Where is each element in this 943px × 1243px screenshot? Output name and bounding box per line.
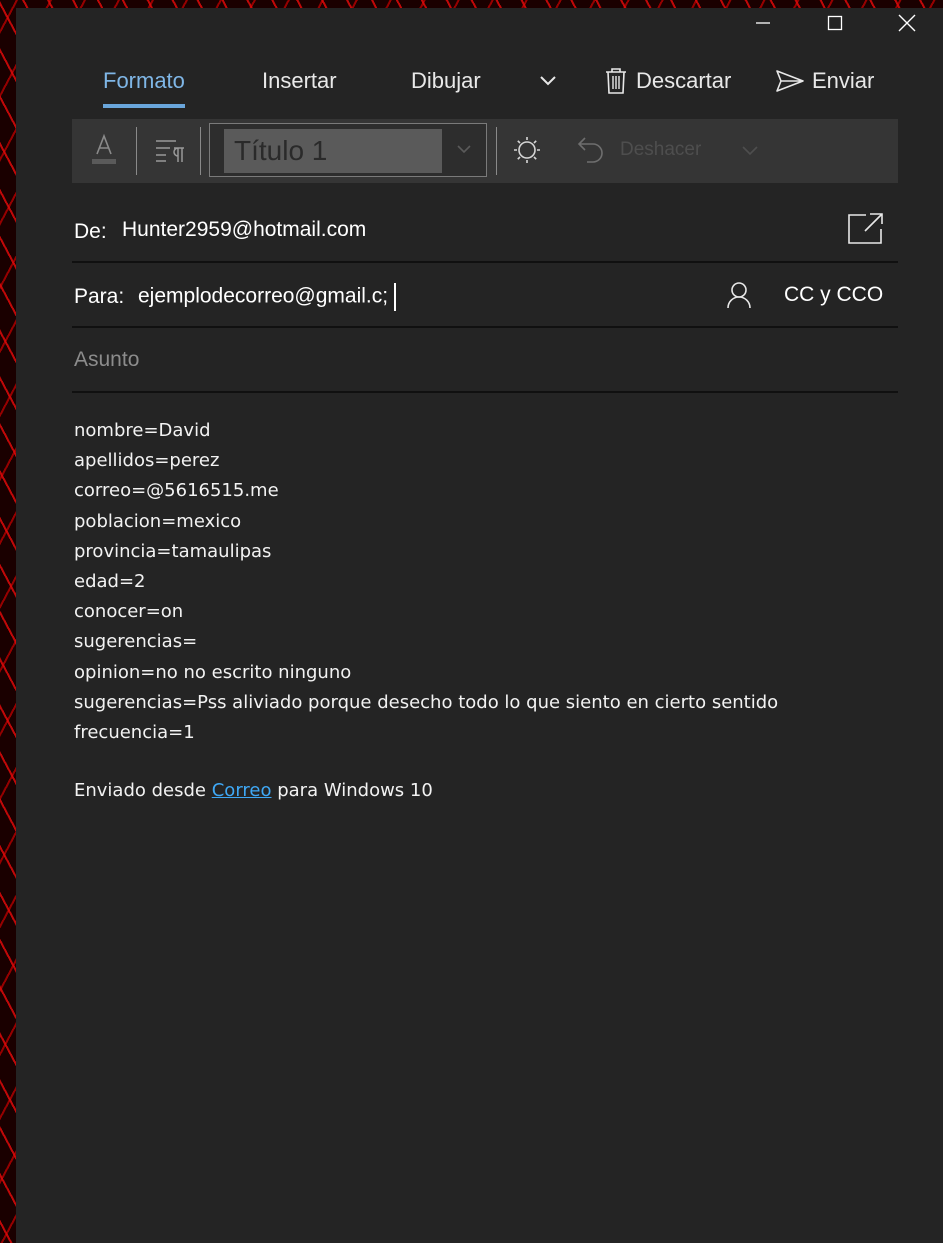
- clear-format-button[interactable]: [508, 133, 546, 171]
- chevron-down-icon: [456, 140, 472, 159]
- subject-row: Asunto: [72, 328, 898, 393]
- send-button[interactable]: Enviar: [776, 64, 874, 108]
- send-icon: [776, 64, 804, 98]
- to-row: Para: ejemplodecorreo@gmail.c; CC y CCO: [72, 263, 898, 328]
- chevron-down-icon: [741, 142, 759, 161]
- close-button[interactable]: [871, 8, 943, 38]
- undo-icon: [575, 134, 607, 170]
- minimize-icon: [755, 15, 771, 31]
- toolbar-separator: [200, 127, 201, 175]
- body-line: edad=2: [74, 570, 146, 592]
- correo-link[interactable]: Correo: [212, 780, 272, 801]
- from-row: De: Hunter2959@hotmail.com: [72, 198, 898, 263]
- tab-insertar[interactable]: Insertar: [262, 64, 337, 108]
- font-color-icon: [89, 132, 119, 170]
- undo-label: Deshacer: [620, 139, 702, 160]
- body-line: apellidos=perez: [74, 450, 220, 472]
- body-line: conocer=on: [74, 601, 184, 623]
- maximize-icon: [827, 15, 843, 31]
- body-line: sugerencias=Pss aliviado porque desecho …: [74, 691, 779, 713]
- popout-button[interactable]: [846, 210, 886, 252]
- paragraph-format-button[interactable]: [150, 135, 190, 169]
- text-caret: [394, 283, 397, 311]
- signature-suffix: para Windows 10: [271, 780, 433, 801]
- tab-label: Formato: [103, 68, 185, 93]
- body-line: opinion=no no escrito ninguno: [74, 661, 352, 683]
- body-line: provincia=tamaulipas: [74, 540, 272, 562]
- discard-label: Descartar: [636, 68, 732, 93]
- close-icon: [898, 14, 916, 32]
- ribbon-tabs: Formato Insertar Dibujar Descartar Envia…: [103, 64, 943, 114]
- style-value: Título 1: [224, 129, 442, 173]
- from-label: De:: [74, 220, 107, 243]
- chevron-down-icon: [539, 64, 557, 98]
- tab-label: Dibujar: [411, 68, 481, 93]
- toolbar-separator: [496, 127, 497, 175]
- body-line: nombre=David: [74, 420, 211, 441]
- popout-icon: [846, 213, 886, 251]
- undo-button[interactable]: [572, 133, 610, 171]
- tab-formato[interactable]: Formato: [103, 64, 185, 108]
- tab-dibujar[interactable]: Dibujar: [411, 64, 481, 108]
- person-icon: [726, 282, 752, 314]
- mail-compose-window: Formato Insertar Dibujar Descartar Envia…: [16, 8, 943, 1243]
- to-input[interactable]: ejemplodecorreo@gmail.c;: [138, 283, 397, 311]
- font-color-button[interactable]: [86, 133, 122, 169]
- body-line: correo=@5616515.me: [74, 480, 279, 502]
- from-value[interactable]: Hunter2959@hotmail.com: [122, 218, 366, 242]
- paragraph-format-icon: [154, 137, 186, 167]
- window-caption-buttons: [727, 8, 943, 38]
- to-value: ejemplodecorreo@gmail.c;: [138, 284, 389, 308]
- signature-prefix: Enviado desde: [74, 780, 212, 801]
- body-line: sugerencias=: [74, 631, 198, 653]
- cc-bcc-button[interactable]: CC y CCO: [784, 283, 883, 307]
- body-line: frecuencia=1: [74, 721, 195, 743]
- more-tabs-button[interactable]: [539, 64, 565, 108]
- toolbar-separator: [136, 127, 137, 175]
- discard-button[interactable]: Descartar: [604, 64, 731, 108]
- tab-label: Insertar: [262, 68, 337, 93]
- message-body[interactable]: nombre=David apellidos=perez correo=@561…: [74, 416, 874, 748]
- maximize-button[interactable]: [799, 8, 871, 38]
- undo-more-button[interactable]: [738, 139, 762, 163]
- minimize-button[interactable]: [727, 8, 799, 38]
- contact-picker-button[interactable]: [726, 281, 752, 315]
- trash-icon: [604, 64, 628, 98]
- format-toolbar: Título 1 Deshacer: [72, 119, 898, 183]
- signature: Enviado desde Correo para Windows 10: [74, 780, 433, 801]
- to-label: Para:: [74, 285, 125, 308]
- body-line: poblacion=mexico: [74, 510, 242, 532]
- send-label: Enviar: [812, 68, 875, 93]
- paragraph-style-dropdown[interactable]: Título 1: [209, 123, 487, 177]
- format-clear-icon: [511, 134, 543, 170]
- subject-input[interactable]: Asunto: [74, 348, 139, 372]
